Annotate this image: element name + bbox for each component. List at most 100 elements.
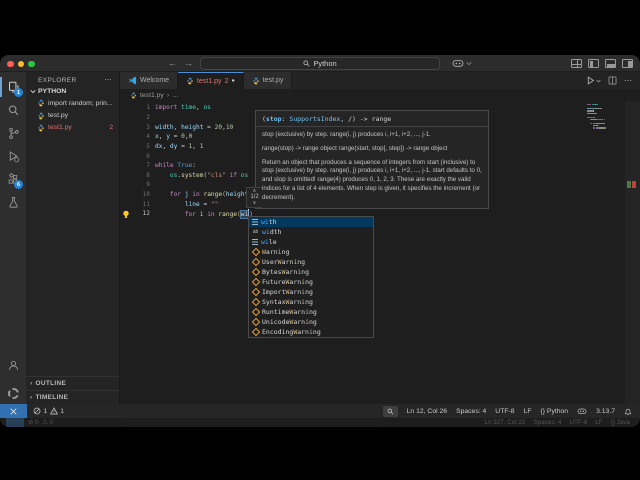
vscode-window: ← → Python 1 6 EXPLORER ⋯ PYTHON import … xyxy=(0,55,640,427)
ghost-remote-chip xyxy=(6,418,24,427)
language-mode-status[interactable]: {} Python xyxy=(541,408,569,415)
minimap[interactable] xyxy=(587,104,613,130)
tab-welcome[interactable]: Welcome xyxy=(120,72,179,89)
customize-layout-button[interactable] xyxy=(571,59,582,68)
suggestion-label: Warning xyxy=(262,248,290,256)
python-file-icon xyxy=(187,77,193,85)
line-number: 4 xyxy=(146,133,150,141)
active-parameter: stop xyxy=(265,115,282,123)
suggestion-label: EncodingWarning xyxy=(262,328,321,336)
python-interpreter-status[interactable]: 3.13.7 xyxy=(596,408,615,415)
breadcrumb[interactable]: test1.py › … xyxy=(120,89,640,101)
line-number: 5 xyxy=(146,142,150,150)
lightbulb-icon[interactable] xyxy=(122,210,130,219)
suggestion-label: width xyxy=(262,228,282,236)
cursor-position-status[interactable]: Ln 12, Col 26 xyxy=(407,408,447,415)
signature-help-popup: (stop: SupportsIndex, /) -> range stop (… xyxy=(246,110,489,209)
run-python-file-button[interactable] xyxy=(586,76,601,85)
eol-status[interactable]: LF xyxy=(524,408,532,415)
copilot-icon xyxy=(452,60,464,67)
testing-view-button[interactable] xyxy=(3,192,23,212)
copilot-menu-button[interactable] xyxy=(452,58,472,68)
activity-bar: 1 6 xyxy=(0,72,26,404)
bell-icon[interactable] xyxy=(624,407,632,416)
search-icon xyxy=(303,60,310,67)
encoding-status[interactable]: UTF-8 xyxy=(495,408,514,415)
forward-button[interactable]: → xyxy=(184,56,193,71)
class-symbol-icon xyxy=(252,309,259,316)
breadcrumb-symbol[interactable]: … xyxy=(172,92,179,99)
error-icon xyxy=(33,407,41,415)
close-window-button[interactable] xyxy=(7,60,14,67)
class-symbol-icon xyxy=(252,329,259,336)
problems-status[interactable]: 1 1 xyxy=(27,407,64,415)
suggestion-label: UnicodeWarning xyxy=(262,318,317,326)
suggestion-item[interactable]: EncodingWarning xyxy=(249,327,373,337)
suggestion-item[interactable]: ab width xyxy=(249,227,373,237)
ghost-status-artifact: ⊘ 0 ⚠ 0 Ln 327, Col 22 Spaces: 4 UTF-8 L… xyxy=(0,418,640,427)
suggestion-label: RuntimeWarning xyxy=(262,308,317,316)
modified-dot-icon[interactable]: ● xyxy=(231,78,234,84)
toggle-panel-button[interactable] xyxy=(605,59,616,68)
code-line[interactable]: 12 for i in range(wi) xyxy=(120,209,640,220)
suggestion-item[interactable]: FutureWarning xyxy=(249,277,373,287)
search-view-button[interactable] xyxy=(3,100,23,120)
explorer-actions-button[interactable]: ⋯ xyxy=(105,76,112,84)
keyword-symbol-icon xyxy=(252,239,258,245)
status-bar: 1 1 Ln 12, Col 26 Spaces: 4 UTF-8 LF {} … xyxy=(0,404,640,418)
remote-icon xyxy=(10,408,17,414)
command-center-search[interactable]: Python xyxy=(200,57,440,70)
run-debug-icon xyxy=(9,150,19,162)
accounts-button[interactable] xyxy=(3,355,23,375)
suggestion-item[interactable]: UnicodeWarning xyxy=(249,317,373,327)
file-item-test1[interactable]: test1.py 2 xyxy=(26,122,119,134)
suggestion-item[interactable]: wile xyxy=(249,237,373,247)
chevron-down-icon xyxy=(466,61,472,65)
extensions-badge: 6 xyxy=(14,180,23,189)
settings-button[interactable] xyxy=(3,383,23,403)
class-symbol-icon xyxy=(252,279,259,286)
timeline-section[interactable]: › TIMELINE xyxy=(26,390,119,404)
search-icon xyxy=(8,105,18,115)
signature-docs: stop (exclusive) by step. range(i, j) pr… xyxy=(262,131,482,201)
chevron-right-icon: › xyxy=(30,394,33,401)
class-symbol-icon xyxy=(252,269,259,276)
indentation-status[interactable]: Spaces: 4 xyxy=(456,408,486,415)
tab-bar: Welcome test1.py 2 ● test.py ⋯ xyxy=(120,72,640,89)
python-file-icon xyxy=(38,124,44,132)
file-item[interactable]: test.py xyxy=(26,109,119,121)
run-debug-view-button[interactable] xyxy=(3,146,23,166)
folder-python[interactable]: PYTHON xyxy=(26,86,119,97)
suggestion-item[interactable]: UserWarning xyxy=(249,257,373,267)
warning-icon xyxy=(49,407,58,415)
suggestion-label: SyntaxWarning xyxy=(262,298,313,306)
suggestion-item[interactable]: ImportWarning xyxy=(249,287,373,297)
tab-test-py[interactable]: test.py xyxy=(243,72,293,89)
breadcrumb-file[interactable]: test1.py xyxy=(140,92,164,99)
more-actions-button[interactable]: ⋯ xyxy=(624,76,632,84)
toggle-sidebar-button[interactable] xyxy=(588,59,599,68)
suggestion-item[interactable]: Warning xyxy=(249,247,373,257)
tab-test1-py[interactable]: test1.py 2 ● xyxy=(178,72,244,89)
suggestion-item[interactable]: with xyxy=(249,217,373,227)
minimize-window-button[interactable] xyxy=(17,60,24,67)
play-icon xyxy=(587,76,595,85)
outline-section[interactable]: › OUTLINE xyxy=(26,376,119,390)
screencast-search-chip[interactable] xyxy=(382,405,398,417)
suggestion-item[interactable]: RuntimeWarning xyxy=(249,307,373,317)
suggestion-label: UserWarning xyxy=(262,258,306,266)
back-button[interactable]: ← xyxy=(168,56,177,71)
split-editor-button[interactable] xyxy=(608,76,617,85)
file-item[interactable]: import random; prin... xyxy=(26,97,119,109)
zoom-window-button[interactable] xyxy=(28,60,35,67)
tab-problems-badge: 2 xyxy=(224,77,229,85)
suggestion-item[interactable]: SyntaxWarning xyxy=(249,297,373,307)
remote-indicator[interactable] xyxy=(0,404,27,418)
line-number: 10 xyxy=(142,191,150,199)
suggestion-item[interactable]: BytesWarning xyxy=(249,267,373,277)
scrollbar[interactable] xyxy=(625,101,640,404)
next-overload-button[interactable]: ∨ xyxy=(253,200,257,206)
source-control-view-button[interactable] xyxy=(3,123,23,143)
copilot-icon[interactable] xyxy=(577,407,587,415)
toggle-secondary-sidebar-button[interactable] xyxy=(622,59,633,68)
